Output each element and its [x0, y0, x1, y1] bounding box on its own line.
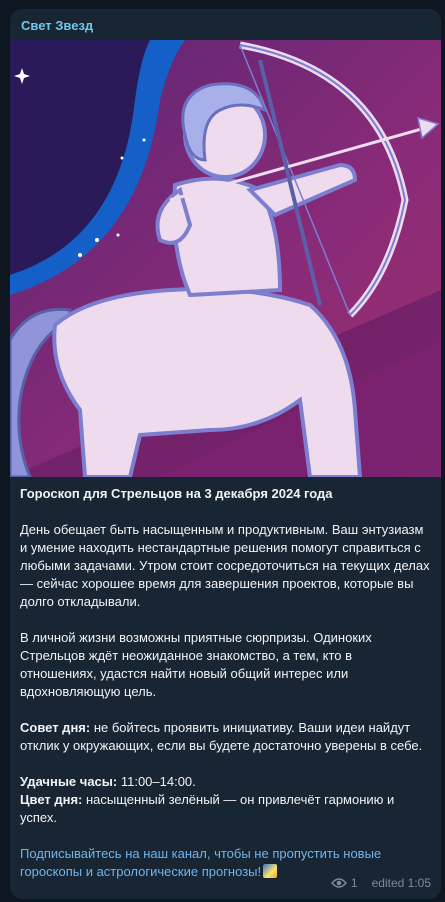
channel-name[interactable]: Свет Звезд — [21, 18, 93, 33]
subscribe-link[interactable]: Подписывайтесь на наш канал, чтобы не пр… — [20, 846, 381, 879]
eye-icon — [330, 878, 347, 888]
message-text: Гороскоп для Стрельцов на 3 декабря 2024… — [20, 485, 432, 881]
color-label: Цвет дня: — [20, 792, 83, 807]
advice-label: Совет дня: — [20, 720, 91, 735]
advice-paragraph: Совет дня: не бойтесь проявить инициатив… — [20, 719, 432, 755]
lucky-hours-line: Удачные часы: 11:00–14:00. — [20, 773, 432, 791]
message-bubble: Свет Звезд Гороскоп для Стрельцов на 3 д… — [10, 9, 441, 899]
views-count: 1 — [350, 876, 358, 890]
message-meta: 1 edited 1:05 — [330, 876, 431, 890]
lucky-hours-value: 11:00–14:00. — [117, 774, 196, 789]
stars-emoji-icon — [263, 864, 278, 878]
edited-time: edited 1:05 — [371, 876, 431, 890]
message-photo[interactable] — [10, 40, 441, 477]
color-line: Цвет дня: насыщенный зелёный — он привле… — [20, 791, 432, 827]
paragraph-1: День обещает быть насыщенным и продуктив… — [20, 522, 430, 609]
post-title: Гороскоп для Стрельцов на 3 декабря 2024… — [20, 486, 333, 501]
paragraph-2: В личной жизни возможны приятные сюрприз… — [20, 630, 372, 699]
lucky-hours-label: Удачные часы: — [20, 774, 118, 789]
